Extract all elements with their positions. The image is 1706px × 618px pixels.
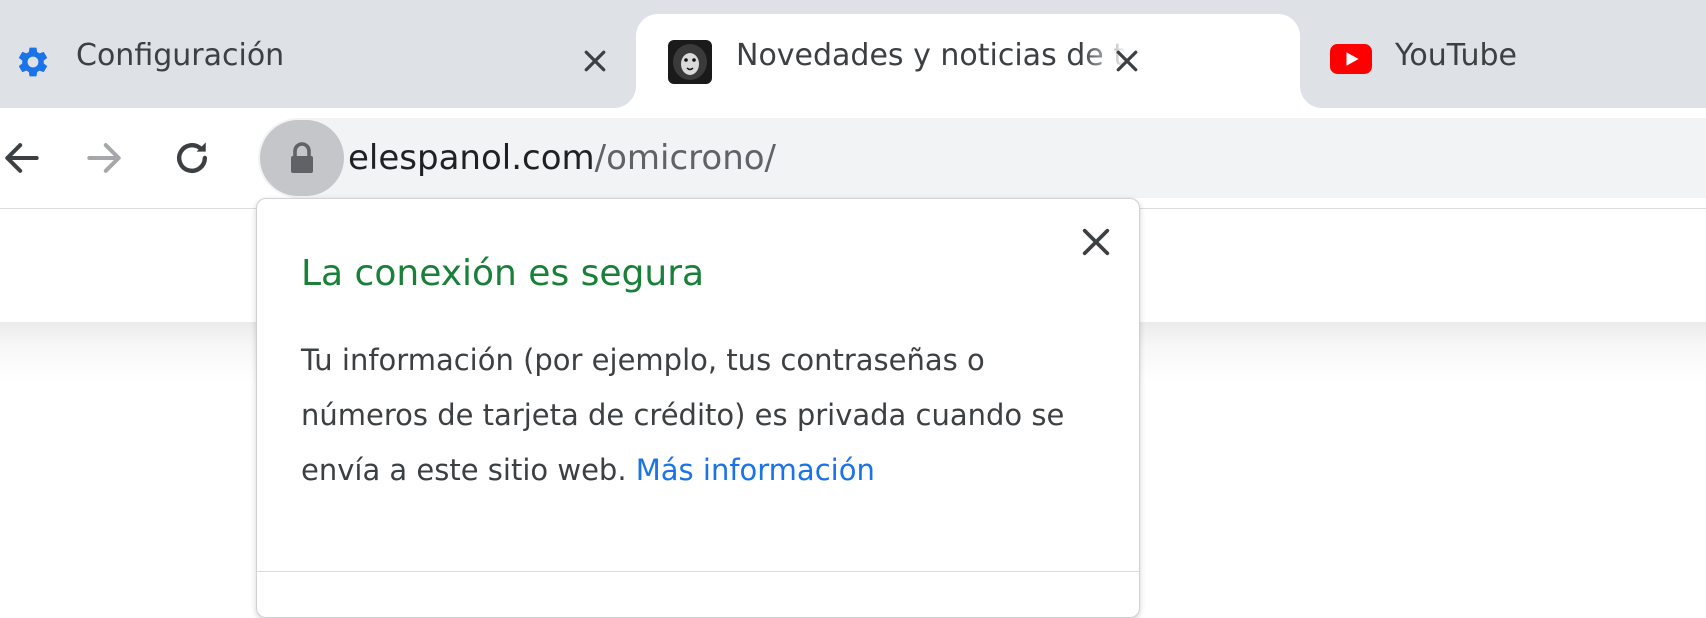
popup-body: Tu información (por ejemplo, tus contras… xyxy=(301,333,1101,498)
url-domain: elespanol.com xyxy=(348,138,595,178)
youtube-icon xyxy=(1330,44,1372,74)
close-icon[interactable] xyxy=(1112,46,1142,76)
url-text[interactable]: elespanol.com/omicrono/ xyxy=(348,138,776,178)
more-info-link[interactable]: Más información xyxy=(636,453,875,487)
address-bar[interactable]: elespanol.com/omicrono/ xyxy=(258,118,1706,198)
tab-title: Novedades y noticias de tecnología xyxy=(736,38,1128,73)
tab-novedades[interactable]: Novedades y noticias de tecnología xyxy=(636,14,1300,108)
lock-icon xyxy=(291,142,313,173)
tab-title: Configuración xyxy=(76,38,285,73)
divider xyxy=(257,571,1139,572)
tab-configuracion[interactable]: Configuración xyxy=(0,0,630,108)
forward-arrow-icon[interactable] xyxy=(82,136,126,180)
gear-icon xyxy=(18,47,48,77)
tab-title: YouTube xyxy=(1395,38,1517,73)
tab-youtube[interactable]: YouTube xyxy=(1300,0,1706,108)
close-icon[interactable] xyxy=(580,46,610,76)
lion-favicon-icon xyxy=(668,40,712,84)
toolbar: elespanol.com/omicrono/ xyxy=(0,108,1706,209)
url-path: /omicrono/ xyxy=(594,138,776,178)
back-arrow-icon[interactable] xyxy=(0,136,44,180)
site-info-button[interactable] xyxy=(260,120,344,196)
popup-title: La conexión es segura xyxy=(301,253,705,294)
reload-icon[interactable] xyxy=(170,136,214,180)
tab-strip: Configuración Novedades y noticias de te… xyxy=(0,0,1706,108)
close-icon[interactable] xyxy=(1079,225,1113,259)
connection-security-popup: La conexión es segura Tu información (po… xyxy=(256,198,1140,618)
